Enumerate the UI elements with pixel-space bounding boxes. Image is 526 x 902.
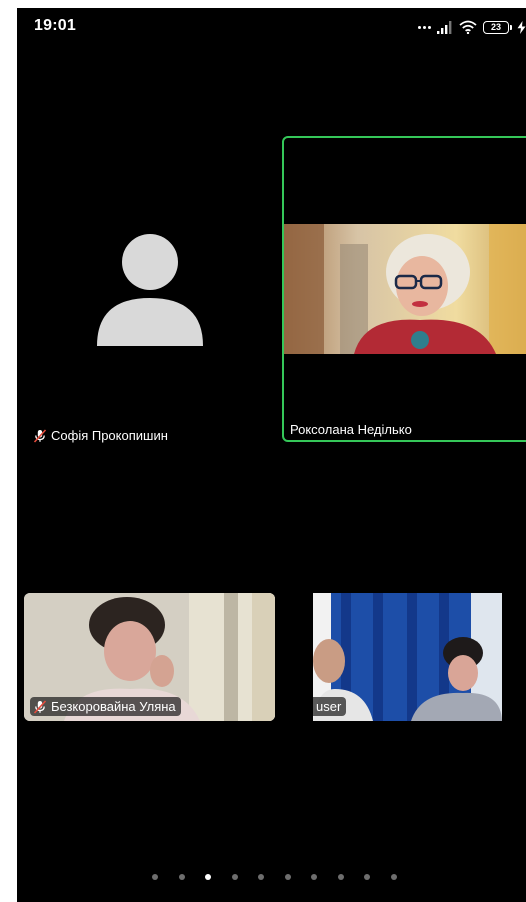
page-dot-2[interactable] [178, 874, 185, 880]
mic-off-icon [33, 699, 47, 714]
status-bar: 19:01 23 [17, 8, 526, 46]
page-dot-7[interactable] [311, 874, 318, 880]
screen-frame: 19:01 23 Софія Прокопишин Роксолана Неді… [0, 0, 526, 902]
page-dot-3[interactable] [205, 874, 212, 880]
participant-video [284, 224, 526, 354]
page-dot-5[interactable] [258, 874, 265, 880]
page-dot-10[interactable] [390, 874, 397, 880]
participant-label: Роксолана Неділько [290, 421, 412, 438]
more-dots-icon [418, 25, 431, 29]
participant-tile-uliana[interactable]: Безкоровайна Уляна [24, 593, 275, 721]
meeting-screen: 19:01 23 Софія Прокопишин Роксолана Неді… [17, 8, 526, 902]
participant-name: Безкоровайна Уляна [51, 699, 176, 714]
signal-icon [437, 20, 452, 34]
participant-label: user [313, 697, 347, 716]
participant-tile-user[interactable]: user [313, 593, 502, 721]
page-dot-9[interactable] [364, 874, 371, 880]
page-indicator[interactable] [17, 874, 526, 884]
page-dot-1[interactable] [152, 874, 159, 880]
participant-label: Безкоровайна Уляна [30, 697, 181, 716]
participant-tile-sofia[interactable]: Софія Прокопишин [17, 128, 279, 446]
status-time: 19:01 [34, 17, 76, 34]
avatar-placeholder-icon [97, 234, 203, 346]
video-frame [284, 224, 526, 354]
battery-icon: 23 [483, 20, 512, 34]
participant-label: Софія Прокопишин [33, 427, 168, 444]
page-dot-6[interactable] [284, 874, 291, 880]
participant-name: Софія Прокопишин [51, 428, 168, 443]
charging-bolt-icon [517, 20, 526, 34]
status-icons: 23 [418, 18, 526, 36]
page-dot-4[interactable] [231, 874, 238, 880]
participant-tile-roksolana[interactable]: Роксолана Неділько [282, 136, 526, 442]
mic-off-icon [33, 428, 47, 443]
participant-name: user [316, 699, 342, 714]
participant-name: Роксолана Неділько [290, 422, 412, 437]
page-dot-8[interactable] [337, 874, 344, 880]
battery-level: 23 [490, 22, 501, 32]
wifi-icon [459, 20, 477, 34]
